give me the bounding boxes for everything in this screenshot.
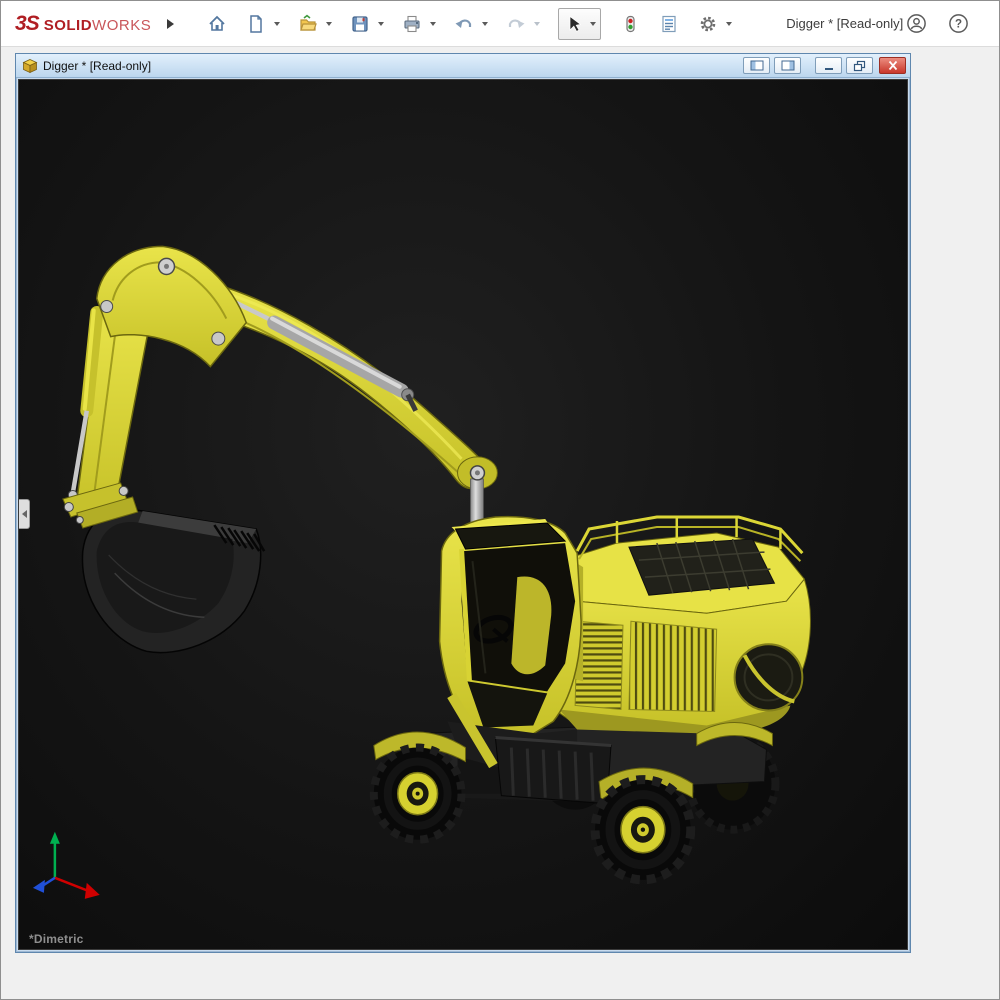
home-button[interactable]: [204, 10, 230, 38]
select-tool-dropdown[interactable]: [587, 10, 598, 38]
document-window: Digger * [Read-only]: [15, 53, 911, 953]
pane-left-icon: [750, 60, 764, 71]
options-dropdown[interactable]: [723, 10, 734, 38]
undo-button[interactable]: [451, 10, 477, 38]
chevron-down-icon: [430, 22, 436, 26]
chevron-down-icon: [590, 22, 596, 26]
stoplight-check-button[interactable]: [617, 10, 643, 38]
account-help-area: ?: [903, 10, 971, 38]
help-glyph: ?: [955, 19, 962, 31]
orientation-triad: [33, 832, 100, 899]
open-button[interactable]: [295, 10, 321, 38]
excavator-model[interactable]: [19, 80, 907, 949]
feature-tree-collapse-tab[interactable]: [19, 499, 30, 529]
active-document-title: Digger * [Read-only]: [786, 16, 903, 31]
design-report-icon: [659, 14, 679, 34]
chevron-down-icon: [726, 22, 732, 26]
stoplight-icon: [620, 14, 640, 34]
new-document-button[interactable]: [243, 10, 269, 38]
quick-access-toolbar: [204, 8, 734, 40]
document-window-title: Digger * [Read-only]: [43, 59, 739, 73]
child-close-icon: [887, 60, 899, 71]
menu-flyout-chevron-icon[interactable]: [167, 19, 174, 29]
save-floppy-icon: [350, 14, 370, 34]
chevron-down-icon: [534, 22, 540, 26]
select-tool-group: [558, 8, 601, 40]
view-orientation-label: *Dimetric: [29, 932, 84, 946]
bucket: [82, 510, 264, 653]
redo-button[interactable]: [503, 10, 529, 38]
new-document-icon: [246, 14, 266, 34]
document-window-titlebar[interactable]: Digger * [Read-only]: [16, 54, 910, 78]
upper-body: [557, 517, 810, 746]
chevron-down-icon: [378, 22, 384, 26]
open-folder-icon: [298, 14, 318, 34]
select-arrow-cursor-icon: [564, 14, 584, 34]
help-button[interactable]: ?: [945, 10, 971, 38]
print-button[interactable]: [399, 10, 425, 38]
child-restore-button[interactable]: [846, 57, 873, 74]
help-icon: ?: [948, 13, 969, 34]
main-toolbar: 3S SOLID WORKS: [1, 1, 999, 47]
print-icon: [402, 14, 422, 34]
counterweight-box: [495, 738, 611, 804]
redo-icon: [506, 14, 526, 34]
options-gear-button[interactable]: [695, 10, 721, 38]
pane-right-icon: [781, 60, 795, 71]
child-minimize-icon: [823, 60, 835, 71]
part-cube-icon: [22, 58, 38, 74]
open-dropdown[interactable]: [323, 10, 334, 38]
home-icon: [207, 14, 227, 34]
chevron-down-icon: [274, 22, 280, 26]
logo-3ds-mark: 3S: [15, 12, 39, 36]
chevron-down-icon: [482, 22, 488, 26]
child-minimize-button[interactable]: [815, 57, 842, 74]
chevron-down-icon: [326, 22, 332, 26]
undo-dropdown[interactable]: [479, 10, 490, 38]
front-right-wheel: [595, 780, 691, 880]
child-restore-icon: [853, 60, 866, 72]
user-profile-button[interactable]: [903, 10, 929, 38]
undo-icon: [454, 14, 474, 34]
pane-toggle-left-button[interactable]: [743, 57, 770, 74]
logo-text-solid: SOLID: [44, 17, 92, 34]
save-button[interactable]: [347, 10, 373, 38]
chevron-left-icon: [22, 510, 27, 518]
front-left-wheel: [374, 748, 462, 840]
graphics-viewport[interactable]: *Dimetric: [18, 79, 908, 950]
print-dropdown[interactable]: [427, 10, 438, 38]
save-dropdown[interactable]: [375, 10, 386, 38]
cab: [440, 517, 584, 772]
gear-icon: [698, 14, 718, 34]
child-close-button[interactable]: [879, 57, 906, 74]
app-window: 3S SOLID WORKS: [0, 0, 1000, 1000]
redo-dropdown[interactable]: [531, 10, 542, 38]
solidworks-logo: 3S SOLID WORKS: [15, 12, 151, 36]
user-profile-icon: [906, 13, 927, 34]
logo-text-works: WORKS: [92, 17, 151, 34]
pane-toggle-right-button[interactable]: [774, 57, 801, 74]
design-report-button[interactable]: [656, 10, 682, 38]
new-document-dropdown[interactable]: [271, 10, 282, 38]
select-tool-button[interactable]: [561, 10, 587, 38]
